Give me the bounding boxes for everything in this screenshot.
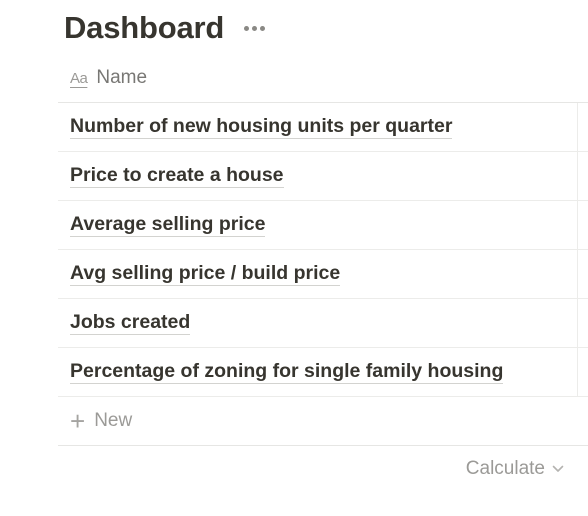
name-header-label: Name — [96, 67, 148, 88]
dashboard-page: Dashboard Aa Name Number of new housing … — [0, 0, 588, 516]
database-table: Aa Name Number of new housing units per … — [58, 54, 588, 492]
table-rows: Number of new housing units per quarter … — [58, 103, 588, 397]
text-property-icon: Aa — [70, 69, 88, 87]
chevron-down-icon — [552, 465, 564, 472]
row-title[interactable]: Average selling price — [70, 213, 266, 237]
calculate-button[interactable]: Calculate — [466, 458, 564, 480]
name-column-header[interactable]: Aa Name — [58, 54, 588, 103]
table-row[interactable]: Percentage of zoning for single family h… — [58, 348, 588, 397]
row-title[interactable]: Percentage of zoning for single family h… — [70, 360, 504, 384]
calculate-row: Calculate — [58, 446, 588, 492]
table-row[interactable]: Average selling price — [58, 201, 588, 250]
row-title[interactable]: Jobs created — [70, 311, 191, 335]
table-row[interactable]: Price to create a house — [58, 152, 588, 201]
more-options-icon[interactable] — [242, 22, 267, 35]
calculate-label: Calculate — [465, 458, 545, 479]
new-row-label: New — [94, 410, 133, 431]
plus-icon: + — [70, 406, 86, 436]
table-row[interactable]: Avg selling price / build price — [58, 250, 588, 299]
table-row[interactable]: Jobs created — [58, 299, 588, 348]
page-title[interactable]: Dashboard — [64, 10, 224, 46]
row-title[interactable]: Price to create a house — [70, 164, 284, 188]
row-title[interactable]: Number of new housing units per quarter — [70, 115, 453, 139]
title-row: Dashboard — [64, 8, 267, 48]
table-row[interactable]: Number of new housing units per quarter — [58, 103, 588, 152]
new-row-button[interactable]: + New — [58, 397, 588, 446]
row-title[interactable]: Avg selling price / build price — [70, 262, 341, 286]
